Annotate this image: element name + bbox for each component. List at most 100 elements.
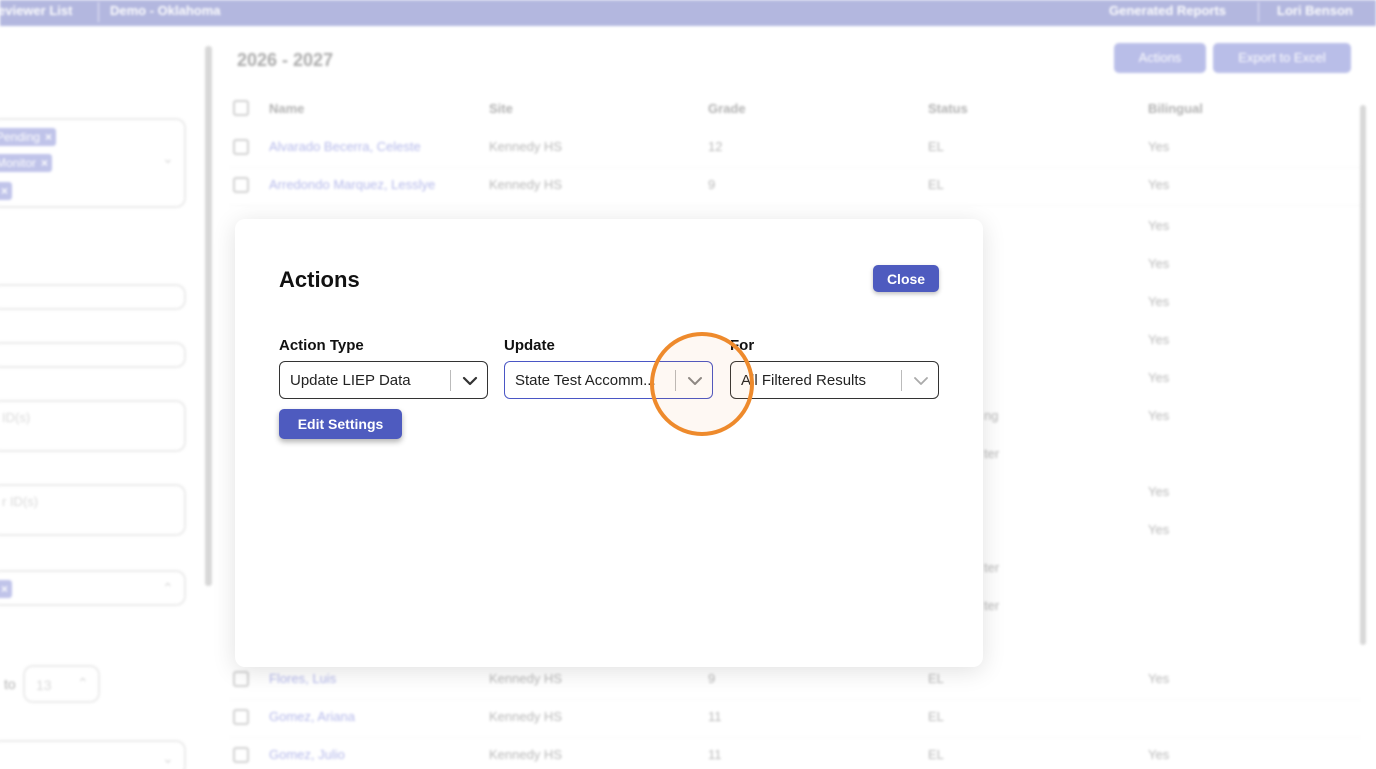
cell-site: Kennedy HS xyxy=(489,747,562,762)
cell-site: Kennedy HS xyxy=(489,177,562,192)
filter-chip[interactable]: × xyxy=(0,580,13,598)
cell-bilingual: Yes xyxy=(1148,139,1170,154)
filter-sidebar: Pending × Monitor × × ⌄ ID(s) r ID(s) × ⌃ … xyxy=(0,26,200,769)
remove-chip-icon[interactable]: × xyxy=(45,130,52,144)
chevron-down-icon[interactable] xyxy=(685,373,705,389)
student-name-link[interactable]: Arredondo Marquez, Lesslye xyxy=(269,177,435,192)
action-type-value: Update LIEP Data xyxy=(290,372,411,389)
actions-modal: Actions Close Action Type Update LIEP Da… xyxy=(235,219,983,667)
nav-user-name[interactable]: Lori Benson xyxy=(1277,3,1353,18)
cell-grade: 9 xyxy=(708,177,716,192)
update-select[interactable]: State Test Accomm... xyxy=(504,361,713,399)
student-name-link[interactable]: Flores, Luis xyxy=(269,671,336,686)
nav-reviewer-list[interactable]: eviewer List xyxy=(0,3,72,18)
school-year-title: 2026 - 2027 xyxy=(237,50,334,70)
cell-fragment: Yes xyxy=(1148,484,1170,499)
update-label: Update xyxy=(504,337,555,354)
chip-label: Monitor xyxy=(0,156,37,170)
cell-status: EL xyxy=(928,177,944,192)
remove-chip-icon[interactable]: × xyxy=(1,582,8,596)
cell-fragment: Yes xyxy=(1148,332,1170,347)
cell-fragment: ter xyxy=(984,446,1000,461)
table-row: Gomez, Ariana Kennedy HS 11 EL xyxy=(230,700,1360,738)
cell-fragment: Yes xyxy=(1148,218,1170,233)
top-nav-bar: eviewer List Demo - Oklahoma Generated R… xyxy=(0,0,1376,26)
cell-bilingual: Yes xyxy=(1148,177,1170,192)
column-header-site[interactable]: Site xyxy=(489,101,513,116)
select-divider xyxy=(901,370,902,391)
sidebar-scrollbar[interactable] xyxy=(205,46,212,586)
chevron-down-icon[interactable]: ⌄ xyxy=(162,150,174,167)
nav-generated-reports[interactable]: Generated Reports xyxy=(1109,3,1226,18)
export-excel-button[interactable]: Export to Excel xyxy=(1213,43,1351,73)
edit-settings-button[interactable]: Edit Settings xyxy=(279,409,402,439)
cell-fragment: Yes xyxy=(1148,370,1170,385)
update-value: State Test Accomm... xyxy=(515,372,656,389)
nav-district[interactable]: Demo - Oklahoma xyxy=(110,3,221,18)
table-row: Alvarado Becerra, Celeste Kennedy HS 12 … xyxy=(230,130,1360,168)
row-checkbox[interactable] xyxy=(233,177,249,193)
cell-fragment: Yes xyxy=(1148,256,1170,271)
cell-status: EL xyxy=(928,671,944,686)
select-all-checkbox[interactable] xyxy=(233,100,249,116)
column-header-grade[interactable]: Grade xyxy=(708,101,746,116)
student-name-link[interactable]: Alvarado Becerra, Celeste xyxy=(269,139,421,154)
filter-chip[interactable]: × xyxy=(0,182,13,200)
table-row: Gomez, Julio Kennedy HS 11 EL Yes xyxy=(230,738,1360,769)
grade-to-select[interactable]: 13 ⌃ xyxy=(23,665,100,703)
table-header: Name Site Grade Status Bilingual xyxy=(230,92,1360,124)
for-value: All Filtered Results xyxy=(741,372,867,389)
student-name-link[interactable]: Gomez, Ariana xyxy=(269,709,355,724)
chevron-down-icon[interactable] xyxy=(911,373,931,389)
table-scrollbar[interactable] xyxy=(1360,105,1366,645)
for-select[interactable]: All Filtered Results xyxy=(730,361,939,399)
cell-bilingual: Yes xyxy=(1148,747,1170,762)
cell-grade: 12 xyxy=(708,139,723,154)
select-divider xyxy=(450,370,451,391)
cell-site: Kennedy HS xyxy=(489,139,562,154)
grade-to-value: 13 xyxy=(36,677,52,693)
row-checkbox[interactable] xyxy=(233,709,249,725)
cell-fragment: Yes xyxy=(1148,408,1170,423)
cell-grade: 9 xyxy=(708,671,716,686)
grade-range-to-label: to xyxy=(4,676,16,692)
student-name-link[interactable]: Gomez, Julio xyxy=(269,747,345,762)
filter-chip[interactable]: Pending × xyxy=(0,128,57,146)
id-textarea[interactable]: ID(s) xyxy=(0,400,186,452)
site-select[interactable]: × ⌃ xyxy=(0,570,186,606)
modal-title: Actions xyxy=(279,267,360,292)
filter-input[interactable] xyxy=(0,342,186,368)
cell-fragment: Yes xyxy=(1148,522,1170,537)
row-checkbox[interactable] xyxy=(233,139,249,155)
cell-grade: 11 xyxy=(708,747,722,762)
chevron-down-icon[interactable] xyxy=(460,373,480,389)
status-multiselect[interactable]: Pending × Monitor × × ⌄ xyxy=(0,118,186,208)
column-header-name[interactable]: Name xyxy=(269,101,304,116)
action-type-select[interactable]: Update LIEP Data xyxy=(279,361,488,399)
actions-button[interactable]: Actions xyxy=(1114,43,1206,73)
remove-chip-icon[interactable]: × xyxy=(41,156,48,170)
remove-chip-icon[interactable]: × xyxy=(1,184,8,198)
filter-input[interactable] xyxy=(0,284,186,310)
select-divider xyxy=(675,370,676,391)
cell-status: EL xyxy=(928,747,944,762)
column-header-bilingual[interactable]: Bilingual xyxy=(1148,101,1203,116)
cell-site: Kennedy HS xyxy=(489,709,562,724)
chevron-down-icon[interactable]: ⌄ xyxy=(162,750,174,767)
nav-separator xyxy=(1258,2,1259,22)
cell-fragment: Yes xyxy=(1148,294,1170,309)
filter-select[interactable]: ⌄ xyxy=(0,740,186,769)
chevron-up-icon[interactable]: ⌃ xyxy=(162,580,174,597)
row-checkbox[interactable] xyxy=(233,671,249,687)
filter-chip[interactable]: Monitor × xyxy=(0,154,53,172)
cell-status: EL xyxy=(928,139,944,154)
row-checkbox[interactable] xyxy=(233,747,249,763)
cell-fragment: ter xyxy=(984,598,1000,613)
cell-fragment: ter xyxy=(984,560,1000,575)
other-id-placeholder: r ID(s) xyxy=(2,494,39,509)
column-header-status[interactable]: Status xyxy=(928,101,968,116)
other-id-textarea[interactable]: r ID(s) xyxy=(0,484,186,536)
chevron-up-icon[interactable]: ⌃ xyxy=(77,675,89,692)
id-placeholder: ID(s) xyxy=(2,410,31,425)
close-button[interactable]: Close xyxy=(873,265,939,292)
